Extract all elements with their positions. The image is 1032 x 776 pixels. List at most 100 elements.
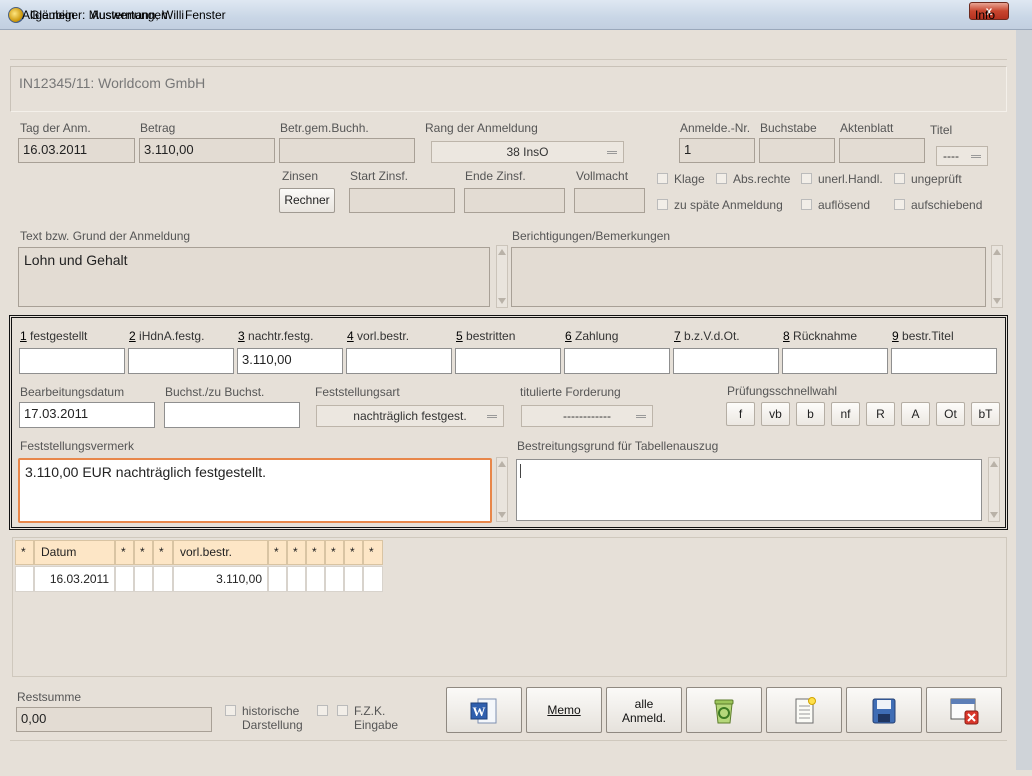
fest-col-7-label: 7 b.z.V.d.Ot. — [674, 329, 740, 343]
menu-info[interactable]: Info — [975, 8, 995, 22]
table-header[interactable]: * — [306, 540, 325, 565]
fest-col-6-field[interactable] — [564, 348, 670, 374]
betr-gem-field[interactable] — [279, 138, 415, 163]
table-header[interactable]: * — [287, 540, 306, 565]
table-header[interactable]: * — [344, 540, 363, 565]
pruef-vb-button[interactable]: vb — [761, 402, 790, 426]
save-button[interactable] — [846, 687, 922, 733]
bearb-field[interactable]: 17.03.2011 — [19, 402, 155, 428]
recycle-button[interactable] — [686, 687, 762, 733]
menu-allgemein[interactable]: Allgemein — [22, 8, 75, 22]
fest-col-3-field[interactable]: 3.110,00 — [237, 348, 343, 374]
text-grund-scrollbar[interactable] — [496, 245, 508, 308]
aufloesend-checkbox[interactable] — [801, 199, 812, 210]
historische-label: historische Darstellung — [242, 704, 303, 732]
rechner-button[interactable]: Rechner — [279, 188, 335, 213]
dropdown-icon — [971, 155, 981, 158]
fest-col-5-label: 5 bestritten — [456, 329, 516, 343]
art-select[interactable]: nachträglich festgest. — [316, 405, 504, 427]
anmelde-nr-field[interactable]: 1 — [679, 138, 755, 163]
new-document-button[interactable] — [766, 687, 842, 733]
table-header[interactable]: Datum — [34, 540, 115, 565]
word-export-button[interactable]: W — [446, 687, 522, 733]
aufschiebend-checkbox[interactable] — [894, 199, 905, 210]
zu-spaete-checkbox[interactable] — [657, 199, 668, 210]
titel-select[interactable]: ---- — [936, 146, 988, 166]
abs-rechte-checkbox[interactable] — [716, 173, 727, 184]
vollmacht-field[interactable] — [574, 188, 645, 213]
tit-value: ------------ — [563, 409, 611, 423]
buchstabe-field[interactable] — [759, 138, 835, 163]
pruef-a-button[interactable]: A — [901, 402, 930, 426]
table-cell[interactable] — [306, 566, 325, 592]
bericht-scrollbar[interactable] — [991, 245, 1003, 308]
buchst-label: Buchst./zu Buchst. — [165, 385, 265, 399]
fest-col-2-label: 2 iHdnA.festg. — [129, 329, 205, 343]
vermerk-area[interactable]: 3.110,00 EUR nachträglich festgestellt. — [18, 458, 492, 523]
pruef-bt-button[interactable]: bT — [971, 402, 1000, 426]
fest-col-4-field[interactable] — [346, 348, 452, 374]
fest-col-8-field[interactable] — [782, 348, 888, 374]
table-header[interactable]: * — [363, 540, 383, 565]
fest-col-9-field[interactable] — [891, 348, 997, 374]
aktenblatt-field[interactable] — [839, 138, 925, 163]
table-cell[interactable] — [325, 566, 344, 592]
betrag-field[interactable]: 3.110,00 — [139, 138, 275, 163]
menu-auswertungen[interactable]: Auswertungen — [91, 8, 168, 22]
text-grund-label: Text bzw. Grund der Anmeldung — [20, 229, 191, 243]
fest-col-5-field[interactable] — [455, 348, 561, 374]
table-cell[interactable]: 16.03.2011 — [34, 566, 115, 592]
dropdown-icon — [607, 151, 617, 154]
memo-button[interactable]: Memo — [526, 687, 602, 733]
table-cell[interactable] — [115, 566, 134, 592]
table-header[interactable]: * — [153, 540, 173, 565]
pruef-r-button[interactable]: R — [866, 402, 895, 426]
ungeprueft-checkbox[interactable] — [894, 173, 905, 184]
tit-select[interactable]: ------------ — [521, 405, 653, 427]
klage-checkbox[interactable] — [657, 173, 668, 184]
fest-col-1-field[interactable] — [19, 348, 125, 374]
table-header[interactable]: * — [325, 540, 344, 565]
vermerk-scrollbar[interactable] — [496, 457, 508, 522]
table-header[interactable]: * — [115, 540, 134, 565]
fest-col-7-field[interactable] — [673, 348, 779, 374]
befreiung-area[interactable] — [516, 459, 982, 521]
start-zinsf-field[interactable] — [349, 188, 455, 213]
status-bar — [10, 740, 1007, 770]
table-header[interactable]: * — [134, 540, 153, 565]
pruef-ot-button[interactable]: Ot — [936, 402, 965, 426]
rang-select[interactable]: 38 InsO — [431, 141, 624, 163]
alle-anmeld-button[interactable]: alle Anmeld. — [606, 687, 682, 733]
table-cell[interactable] — [344, 566, 363, 592]
tag-field[interactable]: 16.03.2011 — [18, 138, 135, 163]
menu-fenster[interactable]: Fenster — [185, 8, 226, 22]
table-cell[interactable] — [15, 566, 34, 592]
fzk-checkbox-1[interactable] — [317, 705, 328, 716]
pruef-b-button[interactable]: b — [796, 402, 825, 426]
historische-checkbox[interactable] — [225, 705, 236, 716]
table-cell[interactable] — [287, 566, 306, 592]
table-cell[interactable] — [134, 566, 153, 592]
anmelde-nr-label: Anmelde.-Nr. — [680, 121, 751, 135]
text-grund-area[interactable]: Lohn und Gehalt — [18, 247, 490, 307]
pruef-nf-button[interactable]: nf — [831, 402, 860, 426]
ende-zinsf-label: Ende Zinsf. — [465, 169, 526, 183]
pruef-f-button[interactable]: f — [726, 402, 755, 426]
table-cell[interactable] — [363, 566, 383, 592]
bericht-area[interactable] — [511, 247, 986, 307]
table-header[interactable]: vorl.bestr. — [173, 540, 268, 565]
befreiung-scrollbar[interactable] — [988, 457, 1000, 522]
ende-zinsf-field[interactable] — [464, 188, 565, 213]
fest-col-2-field[interactable] — [128, 348, 234, 374]
table-cell[interactable] — [268, 566, 287, 592]
bearb-label: Bearbeitungsdatum — [20, 385, 125, 399]
table-header[interactable]: * — [268, 540, 287, 565]
table-header[interactable]: * — [15, 540, 34, 565]
close-window-button[interactable] — [926, 687, 1002, 733]
table-cell[interactable]: 3.110,00 — [173, 566, 268, 592]
fzk-checkbox-2[interactable] — [337, 705, 348, 716]
buchst-field[interactable] — [164, 402, 300, 428]
table-cell[interactable] — [153, 566, 173, 592]
unerl-handl-checkbox[interactable] — [801, 173, 812, 184]
aktenblatt-label: Aktenblatt — [840, 121, 894, 135]
